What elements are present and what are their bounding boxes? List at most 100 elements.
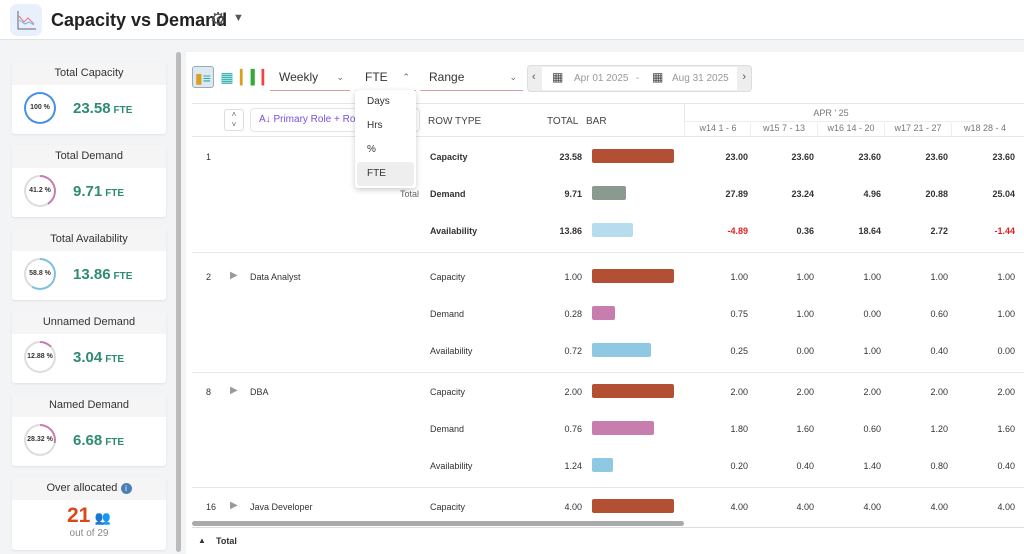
range-select[interactable]: Range ⌄ [420, 65, 523, 91]
row-total: 13.86 [520, 226, 582, 236]
unit-option[interactable]: Hrs [357, 114, 414, 138]
collapse-icon[interactable]: ▲ [198, 536, 206, 545]
horizontal-scrollbar[interactable] [192, 521, 684, 526]
next-period-button[interactable]: › [742, 71, 746, 83]
card-title: Total Demand [12, 145, 166, 168]
week-value: 1.00 [750, 309, 814, 319]
table-bar-view-button[interactable]: ▮≡ [192, 66, 214, 88]
row-type: Demand [430, 309, 464, 319]
summary-card: Total Availability 58.8 % 13.86FTE [12, 228, 166, 300]
unit-option[interactable]: % [357, 138, 414, 162]
gear-icon[interactable]: ⚙ [210, 9, 226, 30]
percent-ring: 28.32 % [24, 424, 56, 456]
calendar-icon[interactable]: ▦ [652, 70, 663, 84]
week-value: 4.00 [817, 502, 881, 512]
page-title: Capacity vs Demand [51, 10, 227, 31]
row-type: Availability [430, 461, 472, 471]
week-value: 1.00 [817, 346, 881, 356]
summary-card: Named Demand 28.32 % 6.68FTE [12, 394, 166, 466]
percent-ring: 41.2 % [24, 175, 56, 207]
week-value: 0.75 [684, 309, 748, 319]
role-name: Data Analyst [250, 272, 301, 282]
period-select[interactable]: Weekly⌄ [270, 65, 350, 91]
week-value: 1.80 [684, 424, 748, 434]
chevron-down-icon: ⌄ [509, 65, 517, 89]
row-type: Availability [430, 346, 472, 356]
row-total: 9.71 [520, 189, 582, 199]
col-total: TOTAL [547, 116, 578, 127]
card-title: Total Availability [12, 228, 166, 251]
info-icon[interactable]: i [121, 483, 132, 494]
week-value: 18.64 [817, 226, 881, 236]
expand-icon[interactable]: ▶ [230, 270, 238, 281]
over-allocated-total: out of 29 [12, 528, 166, 539]
chevron-down-icon: ⌄ [336, 65, 344, 89]
row-total: 0.76 [520, 424, 582, 434]
total-bar [592, 186, 626, 200]
week-value: 4.00 [750, 502, 814, 512]
card-title: Over allocated [47, 482, 118, 494]
week-value: 2.72 [884, 226, 948, 236]
week-value: 2.00 [951, 387, 1015, 397]
start-date-input[interactable]: Apr 01 2025 [574, 73, 629, 84]
expand-icon[interactable]: ▶ [230, 500, 238, 511]
week-value: 23.60 [951, 152, 1015, 162]
week-value: 1.00 [750, 272, 814, 282]
week-value: 23.60 [817, 152, 881, 162]
total-bar [592, 499, 674, 513]
chevron-down-icon[interactable]: ▼ [233, 12, 244, 24]
unit-dropdown-menu: DaysHrs%FTE [355, 90, 416, 188]
week-value: 2.00 [750, 387, 814, 397]
prev-period-button[interactable]: ‹ [532, 71, 536, 83]
unit-select[interactable]: FTE⌃ [356, 65, 416, 91]
card-value: 9.71 [73, 183, 102, 200]
sidebar-splitter[interactable] [176, 52, 181, 552]
week-value: 0.40 [884, 346, 948, 356]
end-date-input[interactable]: Aug 31 2025 [672, 73, 729, 84]
week-value: 0.60 [817, 424, 881, 434]
week-value: 1.00 [684, 272, 748, 282]
week-value: 0.00 [817, 309, 881, 319]
total-bar [592, 384, 674, 398]
total-bar [592, 343, 651, 357]
table-header: ˄˅ A↓ Primary Role + Ro ROW TYPE TOTAL B… [192, 103, 1024, 137]
week-value: 0.00 [951, 346, 1015, 356]
unit-option[interactable]: Days [357, 90, 414, 114]
summary-card: Total Capacity 100 % 23.58FTE [12, 62, 166, 134]
total-bar [592, 149, 674, 163]
sort-az-icon: A↓ [259, 114, 271, 125]
week-value: 20.88 [884, 189, 948, 199]
week-value: 1.40 [817, 461, 881, 471]
row-divider [192, 372, 1024, 373]
card-unit: FTE [114, 105, 133, 116]
row-total: 0.72 [520, 346, 582, 356]
calendar-icon[interactable]: ▦ [552, 70, 563, 84]
card-value: 6.68 [73, 432, 102, 449]
card-unit: FTE [105, 188, 124, 199]
week-header: w16 14 - 20 [817, 123, 884, 137]
percent-label: 58.8 % [26, 260, 54, 288]
week-value: 4.00 [684, 502, 748, 512]
week-header: w15 7 - 13 [750, 123, 817, 137]
week-value: 4.96 [817, 189, 881, 199]
table-footer: ▲Total [192, 527, 1024, 554]
grid-view-button[interactable]: ▦ [216, 66, 238, 88]
range-value: Range [429, 70, 464, 84]
week-value: 23.60 [884, 152, 948, 162]
expand-icon[interactable]: ▶ [230, 385, 238, 396]
week-value: 23.00 [684, 152, 748, 162]
unit-option[interactable]: FTE [357, 162, 414, 186]
over-allocated-card: Over allocated i 21 👥 out of 29 [12, 477, 166, 550]
week-value: 23.60 [750, 152, 814, 162]
week-value: 27.89 [684, 189, 748, 199]
chart-view-button[interactable]: ▎▍▎ [240, 66, 262, 88]
sort-toggle-button[interactable]: ˄˅ [224, 109, 244, 131]
week-value: 1.00 [884, 272, 948, 282]
row-type: Demand [430, 189, 466, 199]
app-header: Capacity vs Demand ⚙ ▼ [0, 0, 1024, 40]
col-bar: BAR [586, 116, 607, 127]
row-type: Capacity [430, 387, 465, 397]
role-name: Java Developer [250, 502, 313, 512]
week-header: w17 21 - 27 [884, 123, 951, 137]
unit-value: FTE [365, 70, 388, 84]
